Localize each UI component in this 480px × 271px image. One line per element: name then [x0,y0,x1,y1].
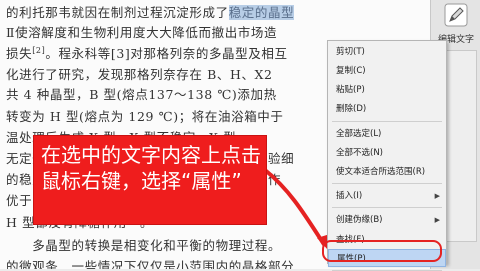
menu-item-label: 全部不选(N) [336,148,383,158]
menu-item-label: 复制(C) [336,66,366,76]
menu-item[interactable]: 创建伪缘(B) ▶ [328,211,446,229]
menu-separator [332,183,442,184]
context-menu: 剪切(T) 复制(C) 粘贴(P) 删除(D) 全部选定(L) 全部不选(N) 使文本适合所… [327,40,447,271]
menu-separator [332,121,442,122]
menu-item[interactable]: 插入(I) ▶ [328,187,446,205]
menu-item[interactable]: 使文本适合所选范围(R) [328,163,446,181]
instruction-callout: 在选中的文字内容上点击鼠标右键，选择“属性” [33,135,267,225]
menu-item-label: 剪切(T) [336,47,365,57]
menu-separator [332,207,442,208]
submenu-arrow-icon: ▶ [434,192,440,200]
menu-item[interactable]: 全部选定(L) [328,125,446,143]
menu-item[interactable]: 剪切(T) [328,43,446,61]
highlight-ring [322,240,442,262]
menu-item[interactable]: 删除(D) [328,100,446,118]
menu-item[interactable]: 粘贴(P) [328,81,446,99]
menu-item-label: 插入(I) [336,191,363,201]
menu-item-label: 创建伪缘(B) [336,215,383,225]
menu-item-label: 使文本适合所选范围(R) [336,167,426,177]
menu-item-label: 删除(D) [336,104,367,114]
submenu-arrow-icon: ▶ [434,216,440,224]
callout-text: 在选中的文字内容上点击鼠标右键，选择“属性” [41,143,261,193]
menu-item[interactable]: 全部不选(N) [328,144,446,162]
menu-item[interactable]: 复制(C) [328,62,446,80]
menu-item-label: 全部选定(L) [336,129,382,139]
menu-item-label: 粘贴(P) [336,85,365,95]
